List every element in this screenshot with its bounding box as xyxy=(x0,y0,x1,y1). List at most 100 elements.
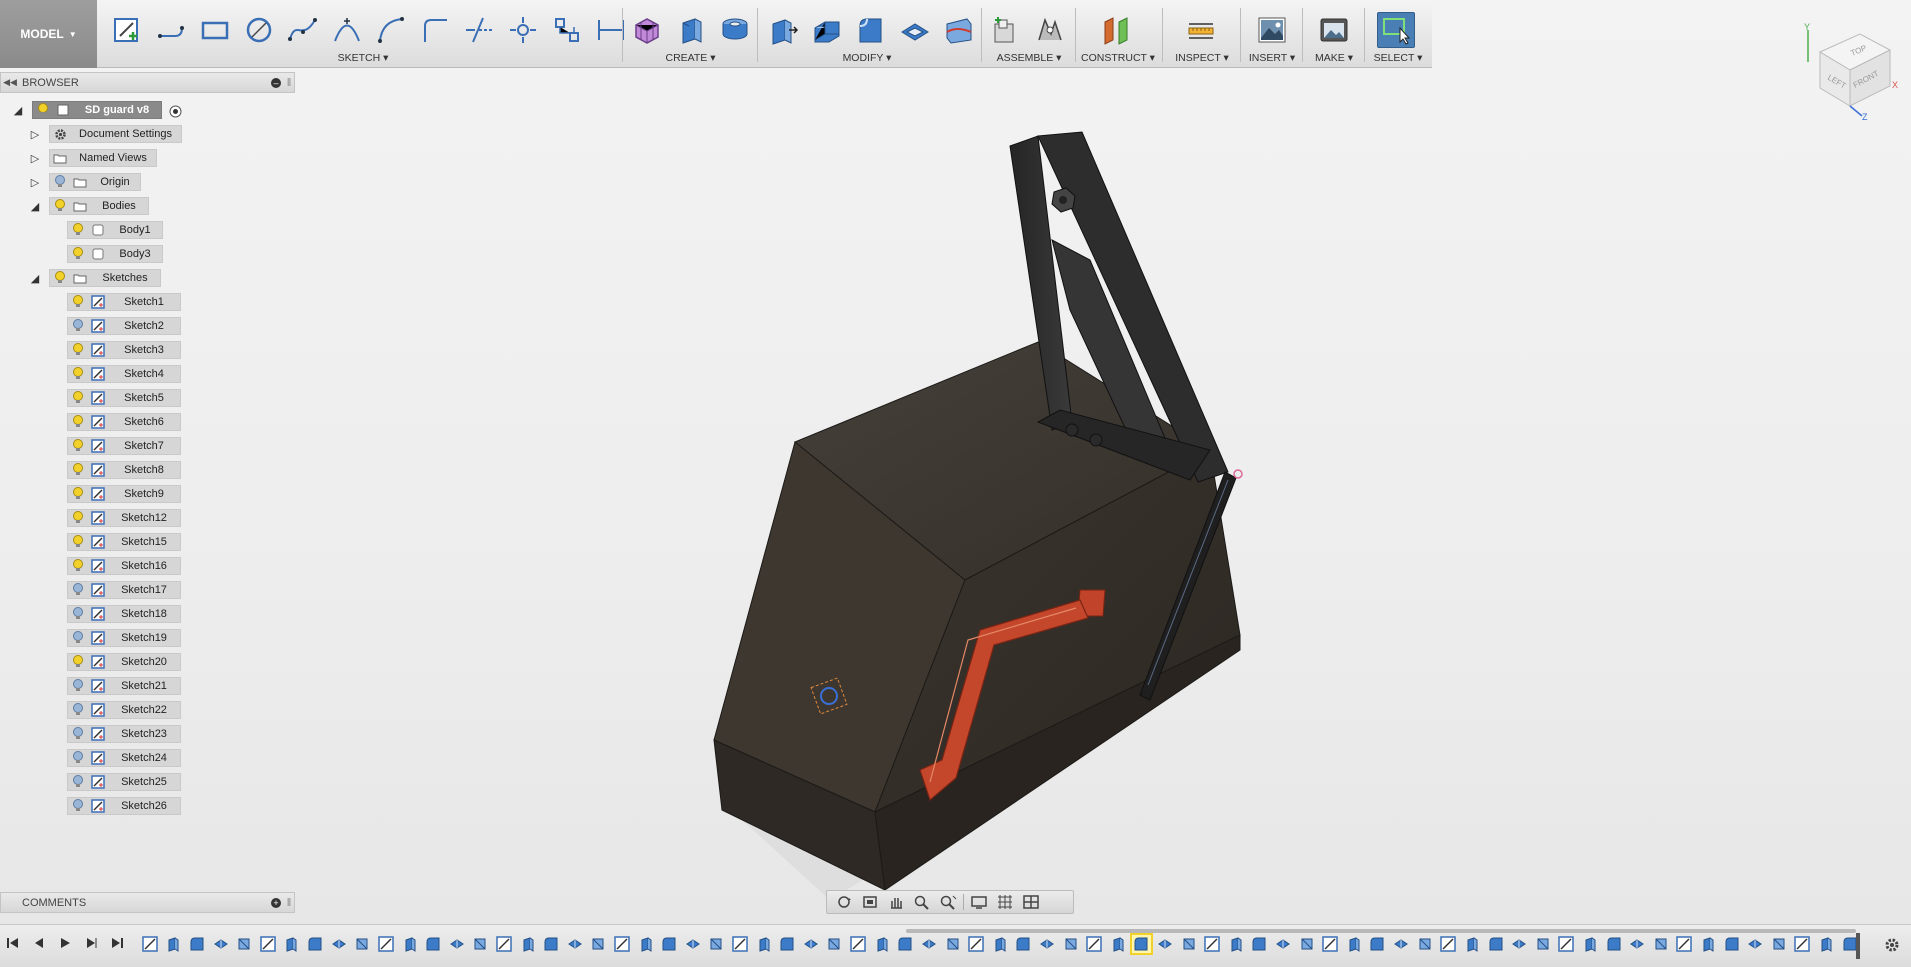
create-sketch-icon[interactable] xyxy=(108,12,146,48)
timeline-feature-icon[interactable] xyxy=(1108,935,1128,953)
lightbulb-on-icon[interactable] xyxy=(53,199,67,213)
activate-radio-icon[interactable] xyxy=(168,104,182,118)
timeline-feature-icon[interactable] xyxy=(1604,935,1624,953)
viewports-icon[interactable] xyxy=(1020,893,1042,911)
render-icon[interactable] xyxy=(1315,12,1353,48)
tree-node-sketches[interactable]: Sketches xyxy=(49,269,161,287)
timeline-feature-icon[interactable] xyxy=(1273,935,1293,953)
timeline-feature-icon[interactable] xyxy=(636,935,656,953)
trim-icon[interactable] xyxy=(460,12,498,48)
collapse-triangle-icon[interactable]: ◢ xyxy=(28,199,42,213)
timeline-feature-icon[interactable] xyxy=(211,935,231,953)
lightbulb-on-icon[interactable] xyxy=(71,247,85,261)
collapse-panel-icon[interactable]: ◀◀ xyxy=(1,77,19,88)
timeline-feature-icon[interactable] xyxy=(187,935,207,953)
create-group-label[interactable]: CREATE ▾ xyxy=(628,52,753,64)
modify-group-label[interactable]: MODIFY ▾ xyxy=(764,52,970,64)
tree-node-sketch[interactable]: Sketch4 xyxy=(67,365,181,383)
timeline-feature-icon[interactable] xyxy=(305,935,325,953)
timeline-feature-icon[interactable] xyxy=(1415,935,1435,953)
tree-node-sketch[interactable]: Sketch22 xyxy=(67,701,181,719)
lightbulb-on-icon[interactable] xyxy=(71,559,85,573)
zoom-icon[interactable] xyxy=(911,893,933,911)
lightbulb-on-icon[interactable] xyxy=(71,439,85,453)
step-forward-icon[interactable] xyxy=(82,934,100,952)
timeline-feature-icon[interactable] xyxy=(447,935,467,953)
timeline-feature-icon[interactable] xyxy=(777,935,797,953)
model-viewport[interactable] xyxy=(680,110,1300,910)
tree-node-body[interactable]: Body3 xyxy=(67,245,163,263)
play-icon[interactable] xyxy=(56,934,74,952)
revolve-icon[interactable] xyxy=(716,12,754,48)
timeline-feature-icon[interactable] xyxy=(1297,935,1317,953)
mirror-icon[interactable] xyxy=(548,12,586,48)
timeline-feature-icon[interactable] xyxy=(1533,935,1553,953)
timeline-feature-icon[interactable] xyxy=(541,935,561,953)
offset-icon[interactable] xyxy=(504,12,542,48)
timeline-sketch-icon[interactable] xyxy=(140,935,160,953)
split-face-icon[interactable] xyxy=(940,12,978,48)
timeline-sketch-icon[interactable] xyxy=(376,935,396,953)
timeline-feature-icon[interactable] xyxy=(423,935,443,953)
timeline-feature-icon[interactable] xyxy=(919,935,939,953)
panel-grip-icon[interactable]: ‖ xyxy=(284,77,294,89)
timeline-feature-icon[interactable] xyxy=(1769,935,1789,953)
timeline-feature-icon[interactable] xyxy=(1698,935,1718,953)
lightbulb-on-icon[interactable] xyxy=(53,271,67,285)
lightbulb-off-icon[interactable] xyxy=(71,727,85,741)
select-icon[interactable] xyxy=(1377,12,1415,48)
construct-group-label[interactable]: CONSTRUCT ▾ xyxy=(1078,52,1158,64)
view-cube[interactable]: TOP LEFT FRONT Y Z X xyxy=(1800,22,1900,122)
assemble-group-label[interactable]: ASSEMBLE ▾ xyxy=(986,52,1072,64)
timeline-feature-icon[interactable] xyxy=(825,935,845,953)
collapse-triangle-icon[interactable]: ◢ xyxy=(11,103,25,117)
timeline-sketch-icon[interactable] xyxy=(1084,935,1104,953)
grid-icon[interactable] xyxy=(994,893,1016,911)
gear-icon[interactable] xyxy=(1884,937,1900,956)
comments-panel-header[interactable]: COMMENTS + ‖ xyxy=(0,892,295,913)
timeline-sketch-icon[interactable] xyxy=(966,935,986,953)
tree-node-sketch[interactable]: Sketch23 xyxy=(67,725,181,743)
timeline-marker[interactable] xyxy=(1856,933,1860,959)
timeline-feature-icon[interactable] xyxy=(1014,935,1034,953)
timeline-feature-icon[interactable] xyxy=(1226,935,1246,953)
press-pull-icon[interactable] xyxy=(764,12,802,48)
tree-node-sketch[interactable]: Sketch24 xyxy=(67,749,181,767)
timeline-sketch-icon[interactable] xyxy=(494,935,514,953)
step-back-icon[interactable] xyxy=(30,934,48,952)
timeline-feature-icon[interactable] xyxy=(164,935,184,953)
timeline-sketch-icon[interactable] xyxy=(848,935,868,953)
timeline-sketch-icon[interactable] xyxy=(1557,935,1577,953)
timeline-feature-icon[interactable] xyxy=(1486,935,1506,953)
timeline-feature-icon[interactable] xyxy=(352,935,372,953)
timeline-sketch-icon[interactable] xyxy=(1202,935,1222,953)
inspect-group-label[interactable]: INSPECT ▾ xyxy=(1166,52,1238,64)
lightbulb-on-icon[interactable] xyxy=(71,415,85,429)
lightbulb-on-icon[interactable] xyxy=(71,295,85,309)
go-to-end-icon[interactable] xyxy=(108,934,126,952)
tree-node-sketch[interactable]: Sketch16 xyxy=(67,557,181,575)
dimension-icon[interactable] xyxy=(592,12,630,48)
timeline-feature-icon[interactable] xyxy=(1368,935,1388,953)
conic-curve-icon[interactable] xyxy=(328,12,366,48)
tree-node-sketch[interactable]: Sketch20 xyxy=(67,653,181,671)
timeline-sketch-icon[interactable] xyxy=(258,935,278,953)
expand-triangle-icon[interactable]: ▷ xyxy=(28,175,42,189)
timeline-feature-icon[interactable] xyxy=(801,935,821,953)
timeline-sketch-icon[interactable] xyxy=(730,935,750,953)
timeline-feature-icon[interactable] xyxy=(683,935,703,953)
tree-node-bodies[interactable]: Bodies xyxy=(49,197,149,215)
lightbulb-on-icon[interactable] xyxy=(71,535,85,549)
timeline-feature-icon[interactable] xyxy=(1580,935,1600,953)
tree-node-sketch[interactable]: Sketch15 xyxy=(67,533,181,551)
timeline-feature-icon[interactable] xyxy=(1250,935,1270,953)
tree-node-sketch[interactable]: Sketch12 xyxy=(67,509,181,527)
lightbulb-on-icon[interactable] xyxy=(71,487,85,501)
look-at-icon[interactable] xyxy=(859,893,881,911)
timeline-sketch-icon[interactable] xyxy=(1793,935,1813,953)
tree-node-sketch[interactable]: Sketch6 xyxy=(67,413,181,431)
insert-group-label[interactable]: INSERT ▾ xyxy=(1244,52,1300,64)
timeline-feature-icon[interactable] xyxy=(1344,935,1364,953)
tree-node-sketch[interactable]: Sketch3 xyxy=(67,341,181,359)
timeline-feature-icon[interactable] xyxy=(282,935,302,953)
